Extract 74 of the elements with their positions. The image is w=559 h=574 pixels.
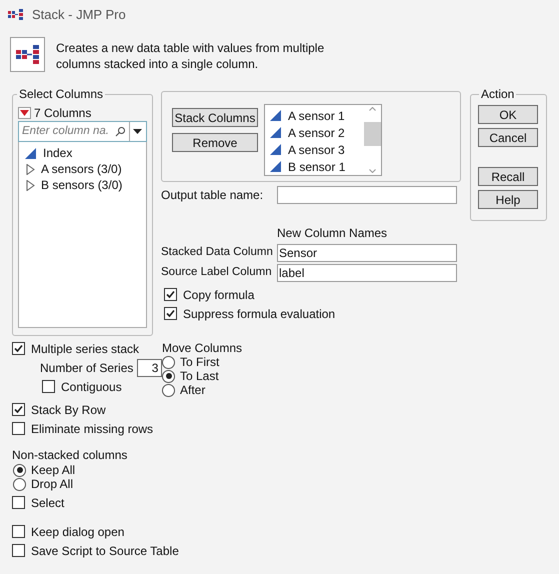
search-bar[interactable]: Enter column na. <box>18 121 147 142</box>
search-field[interactable]: Enter column na. <box>19 122 114 140</box>
continuous-column-icon <box>269 126 282 139</box>
checkbox[interactable] <box>42 380 55 393</box>
dialog-button[interactable]: Help <box>478 190 538 209</box>
radio-button[interactable] <box>162 356 175 368</box>
continuous-column-icon <box>269 109 282 122</box>
section-heading: New Column Names <box>277 225 388 242</box>
checkbox[interactable] <box>164 307 177 320</box>
continuous-column-icon <box>24 146 37 160</box>
radio-label: To Last <box>180 368 219 385</box>
checkbox[interactable] <box>12 422 25 435</box>
dialog-button[interactable]: Cancel <box>478 128 538 147</box>
stacked-column-item[interactable]: B sensor 1 <box>288 158 346 176</box>
output-table-field[interactable] <box>277 186 457 204</box>
scroll-up-icon[interactable] <box>369 107 376 111</box>
window-title: Stack - JMP Pro <box>32 6 126 24</box>
checkbox-label: Multiple series stack <box>31 340 140 358</box>
column-name-field[interactable]: Sensor <box>277 244 457 262</box>
radio-button[interactable] <box>13 464 26 476</box>
search-icon[interactable] <box>115 126 126 137</box>
checkbox-label: Contiguous <box>61 378 122 396</box>
section-heading: Non-stacked columns <box>12 447 128 463</box>
checkbox-label: Copy formula <box>183 286 254 304</box>
scroll-down-icon[interactable] <box>369 169 376 173</box>
radio-label: Keep All <box>31 462 76 479</box>
checkbox-label: Select <box>31 494 64 512</box>
section-heading: Move Columns <box>162 340 242 355</box>
group-title: Action <box>480 86 516 103</box>
column-item[interactable]: B sensors (3/0) <box>41 176 122 194</box>
column-item[interactable]: A sensors (3/0) <box>41 160 122 178</box>
collapsed-triangle-icon[interactable] <box>26 180 35 190</box>
scrollbar[interactable] <box>364 105 381 175</box>
dropdown-button[interactable] <box>18 106 31 118</box>
radio-button[interactable] <box>13 478 26 490</box>
dialog-button[interactable]: Stack Columns <box>172 108 258 127</box>
radio-label: After <box>180 382 206 399</box>
radio-button[interactable] <box>162 370 175 382</box>
checkbox-label: Stack By Row <box>31 402 106 418</box>
checkbox-label: Save Script to Source Table <box>31 542 179 560</box>
column-item[interactable]: Index <box>43 144 72 162</box>
dialog-button[interactable]: Recall <box>478 167 538 186</box>
column-count: 7 Columns <box>34 104 92 122</box>
number-of-series-field[interactable]: 3 <box>137 358 162 376</box>
radio-label: Drop All <box>31 476 74 493</box>
checkbox[interactable] <box>12 544 25 557</box>
description-text: Creates a new data table with values from multiple columns stacked into a single column. <box>56 40 326 72</box>
stack-icon <box>10 37 45 72</box>
output-table-label: Output table name: <box>161 187 264 204</box>
stacked-column-item[interactable]: A sensor 3 <box>288 140 345 158</box>
group-title: Select Columns <box>18 86 104 103</box>
dialog-button[interactable]: OK <box>478 105 538 124</box>
checkbox[interactable] <box>12 403 25 416</box>
field-label: Source Label Column <box>161 265 273 280</box>
stacked-column-item[interactable]: A sensor 2 <box>288 124 345 142</box>
stacked-column-item[interactable]: A sensor 1 <box>288 106 345 124</box>
checkbox[interactable] <box>12 496 25 509</box>
checkbox[interactable] <box>164 288 177 301</box>
checkbox-label: Keep dialog open <box>31 524 124 540</box>
radio-label: To First <box>180 354 220 371</box>
checkbox-label: Eliminate missing rows <box>31 420 154 438</box>
continuous-column-icon <box>269 143 282 156</box>
continuous-column-icon <box>269 160 282 173</box>
checkbox-label: Suppress formula evaluation <box>183 306 336 322</box>
field-label: Stacked Data Column <box>161 245 274 260</box>
column-name-field[interactable]: label <box>277 264 457 282</box>
checkbox[interactable] <box>12 525 25 538</box>
collapsed-triangle-icon[interactable] <box>26 164 35 174</box>
app-icon <box>8 9 24 21</box>
radio-button[interactable] <box>162 384 175 396</box>
checkbox[interactable] <box>12 342 25 355</box>
dialog-button[interactable]: Remove <box>172 133 258 152</box>
caret-icon[interactable] <box>133 129 142 134</box>
number-of-series-label: Number of Series <box>40 360 134 376</box>
